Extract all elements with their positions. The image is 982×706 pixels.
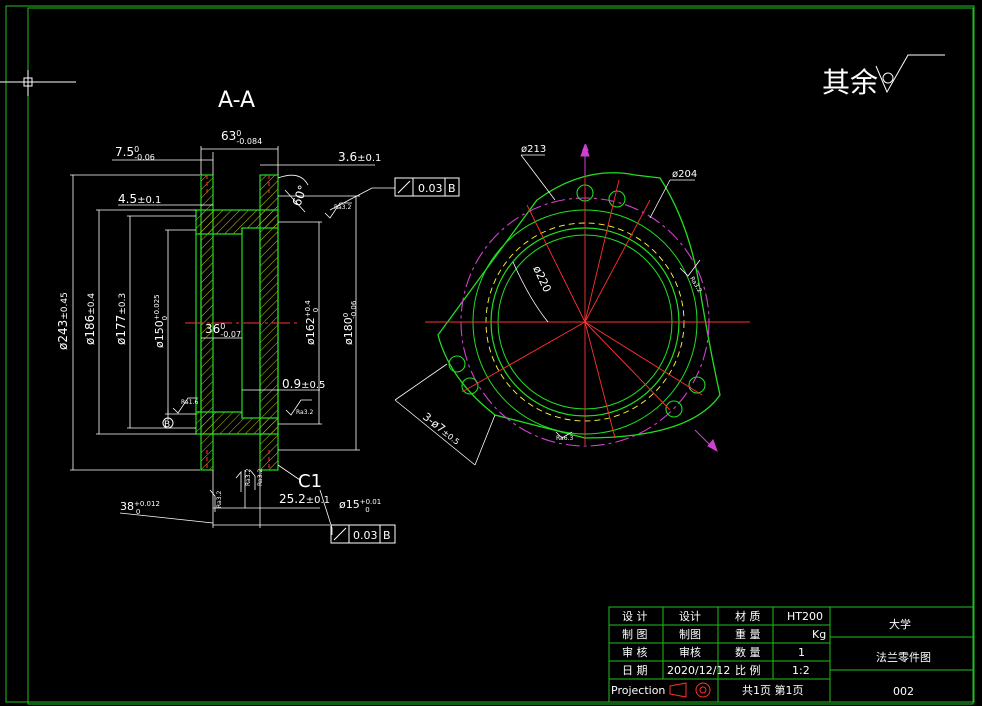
cad-crosshair-cursor[interactable] [0, 70, 76, 96]
dim-phi150: ø150+0.0250 [153, 294, 169, 348]
tb-projection: Projection [611, 684, 665, 697]
tb-value-material: HT200 [787, 610, 823, 623]
dim-phi186: ø186±0.4 [83, 293, 97, 345]
section-arrows [580, 143, 718, 453]
rough-3: Ra3.2 [296, 409, 313, 416]
dim-phi177: ø177±0.3 [114, 293, 128, 345]
dim-25-2: 25.2±0.1 [279, 492, 330, 506]
gdt-datum-top: B [448, 182, 456, 195]
dim-4-5: 4.5±0.1 [118, 192, 161, 206]
inner-frame [27, 7, 974, 705]
dim-63: 630 -0.084 [221, 129, 262, 146]
rough-4: Ra3.2 [245, 469, 252, 486]
dim-phi213: ø213 [521, 144, 546, 155]
view-label-a: A [582, 143, 589, 154]
tb-value-drawn: 制图 [679, 628, 701, 641]
tb-university: 大学 [889, 617, 911, 631]
dim-phi220: ø220 [530, 264, 554, 295]
outer-frame [5, 5, 975, 703]
dim-3-6: 3.6±0.1 [338, 150, 381, 164]
dim-phi162: ø162+0.40 [304, 300, 320, 345]
tb-label-weight: 重 量 [735, 627, 761, 641]
gdt-datum-bottom: B [383, 529, 391, 542]
bolt-hole-2 [608, 190, 626, 208]
bolt-holes [448, 184, 706, 418]
dim-phi204: ø204 [672, 169, 697, 180]
dim-holes: 3-ø7±0.5 [420, 410, 463, 447]
surface-note: 其余 [822, 66, 878, 99]
dim-phi15: ø15+0.01 0 [339, 498, 381, 514]
tb-value-scale: 1:2 [792, 664, 810, 677]
tb-value-qty: 1 [798, 646, 805, 659]
tb-sheet: 共1页 第1页 [742, 683, 804, 697]
tb-value-design: 设计 [679, 610, 701, 623]
tb-value-check: 审核 [679, 645, 701, 659]
rough-5: Ra3.2 [216, 491, 223, 508]
tb-label-design: 设 计 [622, 610, 648, 623]
rough-6: Ra3.2 [257, 469, 264, 486]
section-view: 0.03 B 0.03 B B 630 -0.084 7.50 -0.06 3.6±… [56, 129, 460, 544]
tb-value-date: 2020/12/12 [667, 664, 730, 677]
tb-label-scale: 比 例 [735, 663, 761, 677]
tb-label-date: 日 期 [622, 664, 648, 677]
bolt-hole-6 [448, 355, 466, 373]
tb-drawing-no: 002 [893, 685, 914, 698]
tb-label-qty: 数 量 [735, 646, 761, 659]
dim-0-9: 0.9±0.5 [282, 377, 325, 391]
tb-value-weight: Kg [812, 628, 826, 641]
tb-part-name: 法兰零件图 [876, 650, 931, 664]
projection-symbol-icon [669, 682, 711, 698]
tb-label-material: 材 质 [735, 609, 761, 623]
title-block-rows: 设 计 设计 材 质 HT200 制 图 制图 重 量 Kg 审 核 审核 数 … [611, 609, 931, 698]
bolt-hole-3 [688, 376, 706, 394]
tb-label-drawn: 制 图 [622, 628, 648, 641]
cad-drawing-canvas: 其余 A-A 0.03 B 0.03 B B 630 -0.084 7.50 -… [0, 5, 975, 705]
dim-phi243: ø243±0.45 [56, 292, 70, 350]
gdt-value-bottom: 0.03 [353, 529, 378, 542]
rough-1: Ra3.2 [334, 204, 351, 211]
surface-finish-symbol [875, 54, 945, 94]
dim-angle-60: 60° [290, 183, 310, 208]
rough-r2: Ra6.3 [556, 435, 573, 442]
rough-2: Ra1.6 [181, 399, 198, 406]
section-label: A-A [218, 88, 255, 113]
datum-b-label: B [164, 420, 170, 430]
dim-7-5: 7.50 -0.06 [115, 145, 155, 162]
dim-chamfer-c1: C1 [298, 471, 322, 492]
gdt-value-top: 0.03 [418, 182, 443, 195]
tb-label-check: 审 核 [622, 645, 648, 659]
